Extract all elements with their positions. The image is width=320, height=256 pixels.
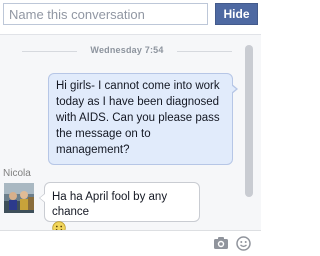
sender-name: Nicola <box>3 168 31 179</box>
message-thread: Wednesday 7:54 Hi girls- I cannot come i… <box>0 34 261 231</box>
date-separator: Wednesday 7:54 <box>22 45 232 57</box>
bubble-tail <box>231 84 238 94</box>
conversation-name-input[interactable] <box>3 3 208 25</box>
message-text: Hi girls- I cannot come into work today … <box>56 80 220 156</box>
scrollbar-thumb[interactable] <box>245 45 253 197</box>
bubble-tail <box>39 193 45 203</box>
emoji-icon[interactable] <box>236 236 251 256</box>
composer-toolbar <box>0 230 261 255</box>
incoming-message: Ha ha April fool by any chance <box>39 182 200 231</box>
message-text: Ha ha April fool by any chance <box>52 191 168 218</box>
avatar[interactable] <box>4 183 34 213</box>
conversation-header: Hide <box>0 0 261 34</box>
hide-button[interactable]: Hide <box>215 3 258 25</box>
avatar-image <box>4 183 34 213</box>
outgoing-message: Hi girls- I cannot come into work today … <box>48 73 238 165</box>
divider <box>177 51 232 52</box>
camera-icon[interactable] <box>213 236 229 255</box>
date-separator-label: Wednesday 7:54 <box>90 45 164 55</box>
